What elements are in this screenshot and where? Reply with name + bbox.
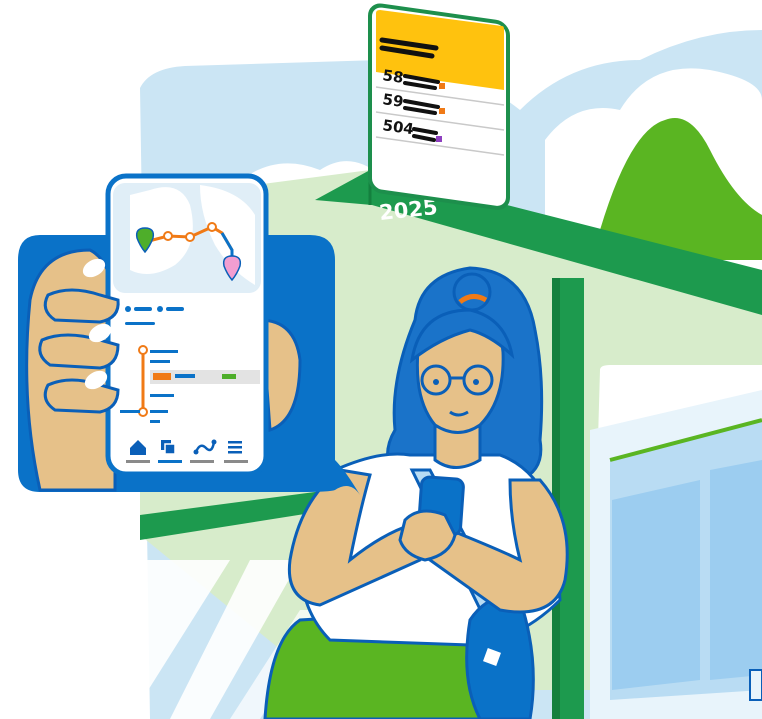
tram-vehicle	[590, 365, 762, 719]
shoulder-bag	[465, 596, 535, 719]
hand	[25, 248, 117, 492]
transit-illustration: 2025 58 59 504	[18, 3, 762, 719]
fingers	[38, 288, 120, 414]
departure-route-59: 59	[381, 90, 404, 111]
departure-route-58: 58	[381, 66, 404, 87]
departure-board: 58 59 504	[368, 3, 510, 210]
